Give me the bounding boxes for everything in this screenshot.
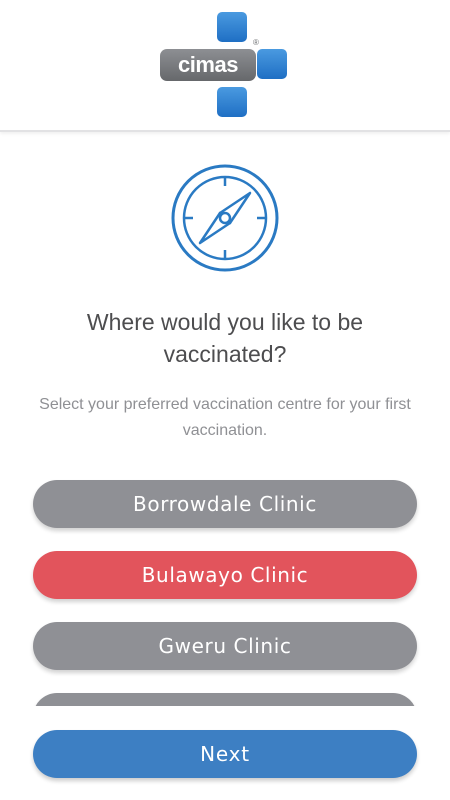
logo-square-right: [257, 49, 287, 79]
cimas-logo: cimas ®: [160, 12, 290, 120]
clinic-option-bulawayo[interactable]: Bulawayo Clinic: [33, 551, 417, 599]
logo-square-bottom: [217, 87, 247, 117]
clinic-list[interactable]: Borrowdale Clinic Bulawayo Clinic Gweru …: [0, 470, 450, 706]
logo-square-top: [217, 12, 247, 42]
registered-mark: ®: [253, 38, 259, 47]
page-title: Where would you like to be vaccinated?: [86, 309, 364, 367]
clinic-option-gweru[interactable]: Gweru Clinic: [33, 622, 417, 670]
app-header: cimas ®: [0, 0, 450, 132]
clinic-option-borrowdale[interactable]: Borrowdale Clinic: [33, 480, 417, 528]
compass-icon: [170, 163, 280, 273]
clinic-option-partial[interactable]: [33, 693, 417, 706]
page-subtitle: Select your preferred vaccination centre…: [39, 396, 411, 439]
next-button[interactable]: Next: [33, 730, 417, 778]
logo-text: cimas: [178, 52, 238, 77]
